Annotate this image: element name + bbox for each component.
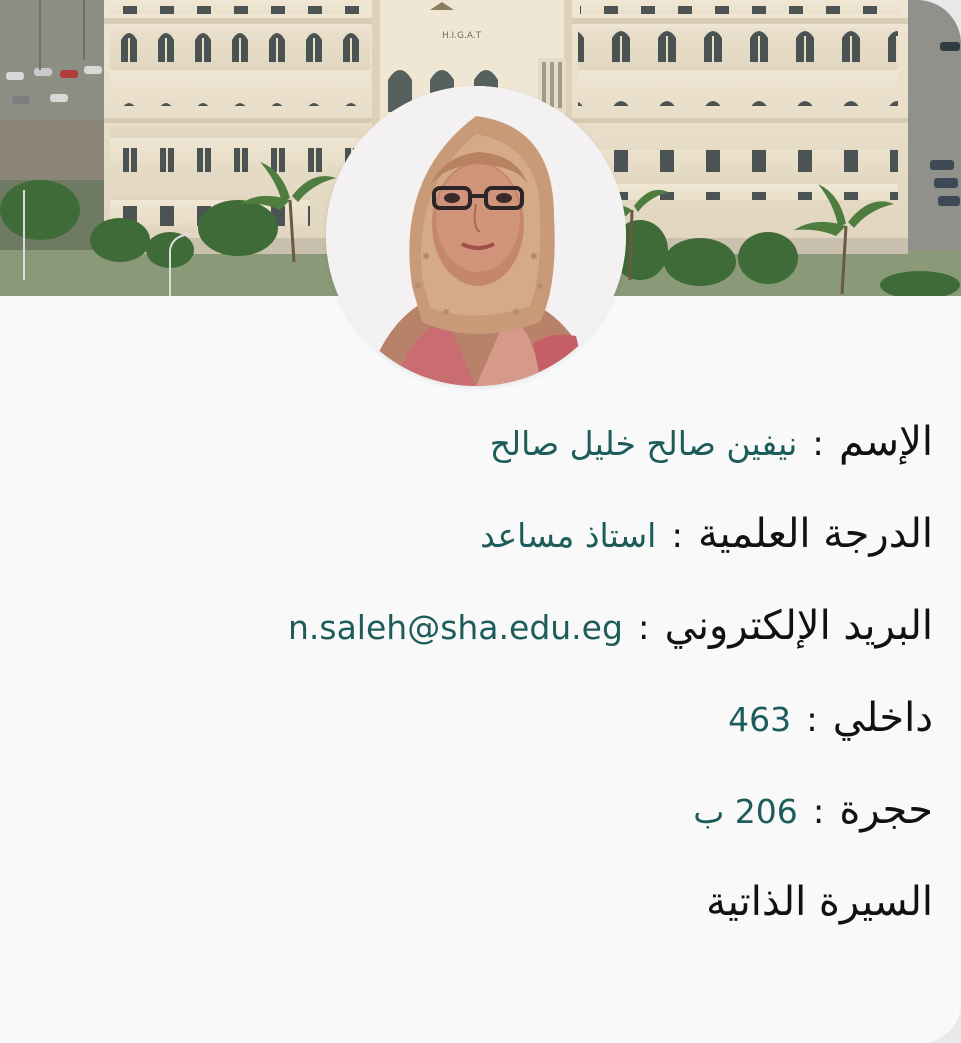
- extension-separator: :: [806, 700, 818, 740]
- email-row: البريد الإلكتروني : n.saleh@sha.edu.eg: [30, 596, 933, 688]
- profile-avatar: [326, 86, 626, 386]
- extension-value: 463: [728, 700, 792, 739]
- degree-label: الدرجة العلمية: [698, 511, 933, 557]
- room-separator: :: [812, 792, 825, 832]
- name-row: الإسم : نيفين صالح خليل صالح: [30, 412, 933, 504]
- email-value[interactable]: n.saleh@sha.edu.eg: [288, 608, 623, 647]
- profile-card: H.I.G.A.T الإسم: نيفين صالح خليل صالح ا…: [0, 0, 961, 1043]
- extension-row: داخلي : 463: [30, 688, 933, 780]
- room-value: 206 ب: [693, 792, 798, 831]
- room-label: حجرة: [839, 787, 933, 833]
- name-label: الإسم: [838, 419, 933, 465]
- degree-value: استاذ مساعد: [480, 516, 657, 555]
- cv-link[interactable]: السيرة الذاتية: [706, 879, 933, 925]
- name-separator: :: [812, 424, 824, 464]
- profile-info: الإسم : نيفين صالح خليل صالح الدرجة العل…: [30, 412, 933, 964]
- email-label: البريد الإلكتروني: [664, 603, 933, 649]
- cv-row: السيرة الذاتية: [30, 872, 933, 964]
- extension-label: داخلي: [832, 695, 933, 741]
- degree-row: الدرجة العلمية : استاذ مساعد: [30, 504, 933, 596]
- email-separator: :: [638, 608, 650, 648]
- room-row: حجرة : 206 ب: [30, 780, 933, 872]
- svg-text:H.I.G.A.T: H.I.G.A.T: [442, 31, 482, 41]
- degree-separator: :: [671, 516, 683, 556]
- name-value: نيفين صالح خليل صالح: [489, 424, 798, 463]
